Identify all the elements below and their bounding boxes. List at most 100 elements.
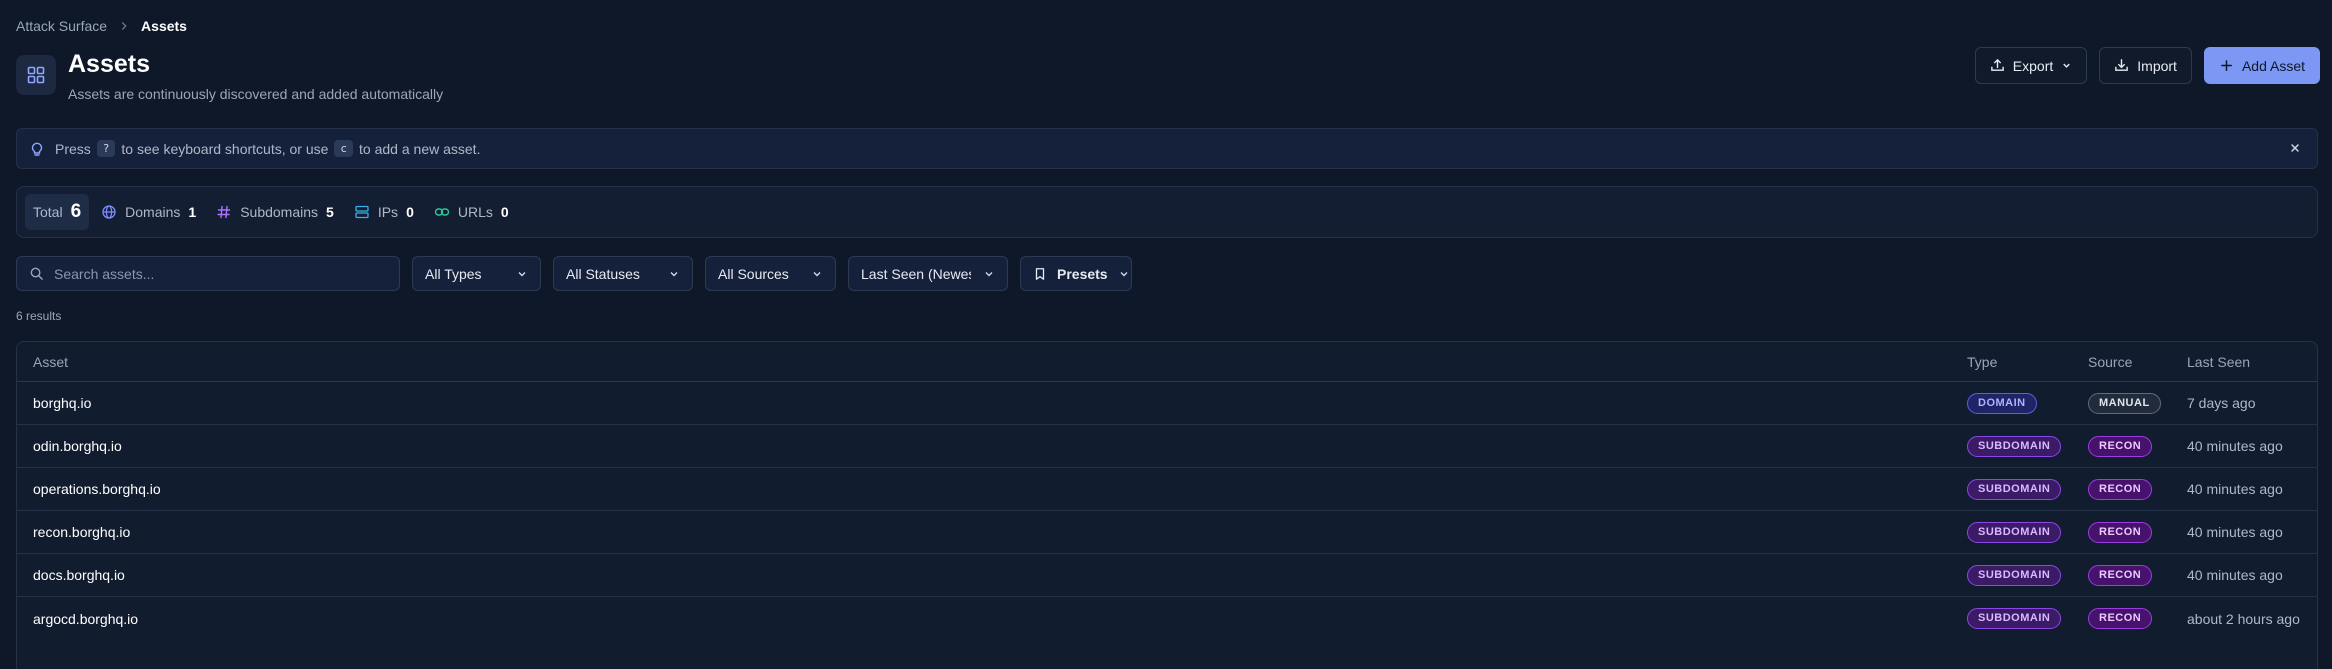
source-filter-value: All Sources xyxy=(718,265,789,282)
import-label: Import xyxy=(2137,57,2177,74)
column-header-last-seen[interactable]: Last Seen xyxy=(2187,354,2250,370)
hash-icon xyxy=(217,205,231,219)
hint-text-3: to add a new asset. xyxy=(359,140,481,157)
globe-icon xyxy=(102,205,116,219)
stat-subdomains[interactable]: Subdomains 5 xyxy=(208,194,342,230)
filter-bar: All Types All Statuses All Sources Last … xyxy=(16,256,1132,291)
last-seen: 40 minutes ago xyxy=(2187,481,2283,497)
stat-urls[interactable]: URLs 0 xyxy=(426,194,517,230)
chevron-down-icon xyxy=(2063,63,2071,68)
hint-key-new: c xyxy=(334,140,354,157)
stat-urls-count: 0 xyxy=(500,204,509,220)
type-filter-select[interactable]: All Types xyxy=(412,256,541,291)
bookmark-icon xyxy=(1035,267,1045,280)
close-icon[interactable] xyxy=(2287,140,2303,156)
type-badge: DOMAIN xyxy=(1967,392,2037,414)
table-row[interactable]: odin.borghq.io SUBDOMAIN RECON 40 minute… xyxy=(17,425,2317,468)
hint-text-2: to see keyboard shortcuts, or use xyxy=(121,140,329,157)
stat-subdomains-label: Subdomains xyxy=(240,204,319,220)
chevron-down-icon xyxy=(813,271,821,276)
stat-total-count: 6 xyxy=(70,201,82,222)
type-badge: SUBDOMAIN xyxy=(1967,564,2062,586)
presets-button[interactable]: Presets xyxy=(1020,256,1132,291)
chevron-down-icon xyxy=(518,271,526,276)
sort-select[interactable]: Last Seen (Newest first) xyxy=(848,256,1008,291)
source-badge: RECON xyxy=(2088,608,2153,629)
source-badge: RECON xyxy=(2088,478,2153,500)
header-actions: Export Import Add Asset xyxy=(1974,47,2320,84)
stat-domains-count: 1 xyxy=(188,204,197,220)
stat-total[interactable]: Total 6 xyxy=(25,194,90,230)
type-badge: SUBDOMAIN xyxy=(1967,478,2062,500)
stat-subdomains-count: 5 xyxy=(326,204,334,220)
type-badge: SUBDOMAIN xyxy=(1967,521,2062,543)
source-badge: RECON xyxy=(2088,435,2153,457)
column-header-source[interactable]: Source xyxy=(2088,354,2132,370)
stat-domains[interactable]: Domains 1 xyxy=(93,194,204,230)
breadcrumb-current: Assets xyxy=(141,18,187,34)
type-badge: SUBDOMAIN xyxy=(1967,608,2062,629)
asset-name: odin.borghq.io xyxy=(33,438,122,454)
search-box xyxy=(16,256,400,291)
last-seen: 40 minutes ago xyxy=(2187,524,2283,540)
last-seen: 7 days ago xyxy=(2187,395,2256,411)
hint-key-shortcuts: ? xyxy=(96,140,116,157)
type-filter-value: All Types xyxy=(425,265,482,282)
asset-stats-bar: Total 6 Domains 1 Subdomains 5 IPs 0 URL… xyxy=(16,186,2318,238)
page-subtitle: Assets are continuously discovered and a… xyxy=(68,86,444,102)
column-header-asset[interactable]: Asset xyxy=(33,354,68,370)
search-input[interactable] xyxy=(54,265,384,282)
asset-name: operations.borghq.io xyxy=(33,481,161,497)
status-filter-select[interactable]: All Statuses xyxy=(553,256,693,291)
stat-total-label: Total xyxy=(33,204,63,220)
type-badge: SUBDOMAIN xyxy=(1967,435,2062,457)
last-seen: 40 minutes ago xyxy=(2187,567,2283,583)
import-button[interactable]: Import xyxy=(2099,47,2192,84)
status-filter-value: All Statuses xyxy=(566,265,640,282)
source-badge: RECON xyxy=(2088,521,2153,543)
sort-value: Last Seen (Newest first) xyxy=(861,265,971,282)
keyboard-hint-banner: Press ? to see keyboard shortcuts, or us… xyxy=(16,128,2318,169)
table-header: Asset Type Source Last Seen xyxy=(17,342,2317,382)
assets-table: Asset Type Source Last Seen borghq.io DO… xyxy=(16,341,2318,669)
page-title: Assets xyxy=(68,50,150,78)
breadcrumb-attack-surface[interactable]: Attack Surface xyxy=(16,18,107,34)
table-row[interactable]: operations.borghq.io SUBDOMAIN RECON 40 … xyxy=(17,468,2317,511)
export-button[interactable]: Export xyxy=(1974,47,2088,84)
stat-urls-label: URLs xyxy=(457,204,493,220)
last-seen: 40 minutes ago xyxy=(2187,438,2283,454)
lightbulb-icon xyxy=(31,142,43,156)
source-badge: MANUAL xyxy=(2088,392,2161,414)
search-icon xyxy=(30,267,43,280)
download-icon xyxy=(2115,59,2129,71)
stat-domains-label: Domains xyxy=(125,204,181,220)
column-header-type[interactable]: Type xyxy=(1967,354,1997,370)
stat-ips-count: 0 xyxy=(406,204,414,220)
hint-text-1: Press xyxy=(55,140,91,157)
presets-label: Presets xyxy=(1057,265,1108,282)
table-row[interactable]: recon.borghq.io SUBDOMAIN RECON 40 minut… xyxy=(17,511,2317,554)
asset-name: borghq.io xyxy=(33,395,92,411)
upload-icon xyxy=(1990,58,2004,71)
link-icon xyxy=(434,208,450,216)
grid-icon xyxy=(16,55,56,95)
chevron-down-icon xyxy=(1120,271,1128,276)
export-label: Export xyxy=(2012,57,2054,74)
breadcrumb: Attack Surface Assets xyxy=(16,16,187,36)
server-icon xyxy=(355,205,369,219)
asset-name: argocd.borghq.io xyxy=(33,610,139,627)
add-asset-button[interactable]: Add Asset xyxy=(2203,47,2320,84)
plus-icon xyxy=(2221,60,2232,71)
chevron-down-icon xyxy=(670,271,678,276)
table-row[interactable]: borghq.io DOMAIN MANUAL 7 days ago xyxy=(17,382,2317,425)
table-row[interactable]: docs.borghq.io SUBDOMAIN RECON 40 minute… xyxy=(17,554,2317,597)
chevron-down-icon xyxy=(985,271,993,276)
chevron-right-icon xyxy=(121,22,127,30)
table-row[interactable]: argocd.borghq.io SUBDOMAIN RECON about 2… xyxy=(17,597,2317,640)
last-seen: about 2 hours ago xyxy=(2187,610,2300,627)
source-filter-select[interactable]: All Sources xyxy=(705,256,836,291)
stat-ips-label: IPs xyxy=(377,204,399,220)
results-count: 6 results xyxy=(16,309,62,323)
stat-ips[interactable]: IPs 0 xyxy=(346,194,422,230)
source-badge: RECON xyxy=(2088,564,2153,586)
